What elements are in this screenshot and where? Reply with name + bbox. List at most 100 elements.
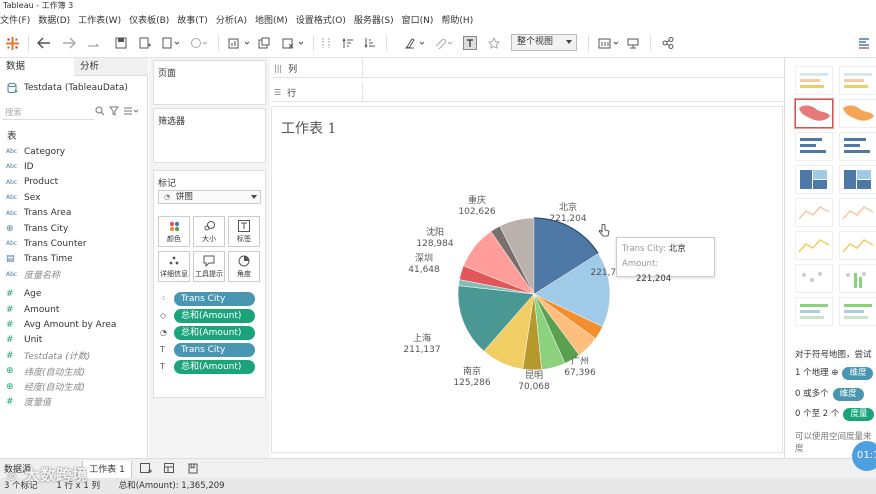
show-me-req-1: 1 个地理 ⊕ 维度 <box>795 366 874 380</box>
mark-pill[interactable]: 总和(Amount) <box>174 308 255 323</box>
show-me-chart-thumbnail[interactable] <box>839 132 876 161</box>
menu-item[interactable]: 帮助(H) <box>441 13 473 26</box>
measure-field[interactable]: # Testdata (计数) <box>6 348 90 363</box>
clear-sheet-icon[interactable] <box>280 34 306 52</box>
size-button[interactable]: 大小 <box>193 216 225 247</box>
dimension-field[interactable]: Abc Product <box>6 175 58 190</box>
dimension-field[interactable]: ▤ Trans Time <box>6 252 73 267</box>
view-canvas[interactable]: 工作表 1 北京 221,204 221,748 广州 67,396 昆明 70,068 南京… <box>271 106 783 453</box>
dimension-field[interactable]: Abc Trans Counter <box>6 236 87 251</box>
share-icon[interactable] <box>660 34 676 52</box>
replay-icon[interactable] <box>84 34 104 52</box>
filters-shelf[interactable]: 筛选器 <box>153 108 266 163</box>
show-me-chart-thumbnail[interactable] <box>839 297 876 326</box>
show-labels-icon[interactable] <box>461 34 479 52</box>
sort-descending-icon[interactable] <box>362 34 378 52</box>
show-me-chart-thumbnail[interactable] <box>795 297 833 326</box>
menu-item[interactable]: 设置格式(O) <box>296 13 346 26</box>
show-me-chart-thumbnail[interactable] <box>795 66 833 95</box>
menu-item[interactable]: 仪表板(B) <box>129 13 169 26</box>
datasource-item[interactable]: Testdata (TableauData) <box>6 82 128 94</box>
show-me-chart-thumbnail[interactable] <box>839 165 876 194</box>
tableau-logo-icon[interactable] <box>4 34 20 52</box>
swap-icon[interactable] <box>318 34 334 52</box>
measure-field[interactable]: # 度量值 <box>6 394 51 409</box>
mark-pill[interactable]: Trans City <box>174 291 255 306</box>
menu-item[interactable]: 故事(T) <box>177 13 208 26</box>
measure-field[interactable]: # Unit <box>6 333 42 348</box>
measure-field[interactable]: ⊕ 纬度(自动生成) <box>6 364 85 379</box>
label-button[interactable]: 标签 <box>228 216 260 247</box>
field-search-input[interactable]: 搜索 <box>2 106 94 120</box>
sheet-tab-active[interactable]: 工作表 1 <box>82 461 132 479</box>
menu-item[interactable]: 服务器(S) <box>354 13 394 26</box>
menu-item[interactable]: 地图(M) <box>255 13 288 26</box>
tab-analytics[interactable]: 分析 <box>74 58 148 76</box>
measure-field[interactable]: # Avg Amount by Area <box>6 317 116 332</box>
show-me-chart-thumbnail[interactable] <box>795 264 833 293</box>
show-me-chart-thumbnail[interactable] <box>839 99 876 128</box>
filter-icon[interactable] <box>109 106 119 116</box>
save-icon[interactable] <box>113 34 129 52</box>
new-dashboard-tab-icon[interactable] <box>164 463 176 477</box>
measure-field[interactable]: ⊕ 经度(自动生成) <box>6 379 85 394</box>
pause-updates-icon[interactable] <box>160 34 182 52</box>
mark-pill[interactable]: 总和(Amount) <box>174 359 255 374</box>
menu-item[interactable]: 文件(F) <box>0 13 30 26</box>
redo-icon[interactable] <box>60 34 78 52</box>
show-me-chart-thumbnail[interactable] <box>795 231 833 260</box>
new-datasource-icon[interactable] <box>137 34 153 52</box>
dimension-field[interactable]: Abc 度量名称 <box>6 267 60 282</box>
view-options-icon[interactable] <box>123 106 139 116</box>
tab-data[interactable]: 数据 <box>0 58 74 76</box>
duplicate-icon[interactable] <box>256 34 272 52</box>
new-worksheet-icon[interactable] <box>226 34 252 52</box>
undo-icon[interactable] <box>35 34 53 52</box>
show-me-chart-thumbnail[interactable] <box>839 198 876 227</box>
show-me-icon[interactable] <box>856 34 872 52</box>
show-cards-icon[interactable] <box>596 34 622 52</box>
pie-label-value: 70,068 <box>518 382 550 392</box>
detail-button[interactable]: 详细信息 <box>158 251 190 282</box>
group-icon[interactable] <box>431 34 455 52</box>
color-button[interactable]: 颜色 <box>158 216 190 247</box>
presentation-mode-icon[interactable] <box>625 34 641 52</box>
show-me-chart-thumbnail[interactable] <box>795 165 833 194</box>
menu-item[interactable]: 工作表(W) <box>78 13 121 26</box>
menu-item[interactable]: 数据(D) <box>38 13 70 26</box>
mark-pill[interactable]: Trans City <box>174 342 255 357</box>
new-story-tab-icon[interactable] <box>188 463 200 477</box>
menu-item[interactable]: 窗口(N) <box>402 13 434 26</box>
data-pane: 数据 分析 Testdata (TableauData) 搜索 表 Abc Cat… <box>0 58 148 458</box>
datasource-icon <box>7 82 18 94</box>
mark-pill[interactable]: 总和(Amount) <box>174 325 255 340</box>
mark-type-select[interactable]: ◔ 饼图 <box>158 190 261 204</box>
refresh-icon[interactable] <box>188 34 210 52</box>
fix-axes-icon[interactable] <box>486 34 502 52</box>
columns-shelf[interactable]: ||| 列 <box>271 58 783 78</box>
sort-ascending-icon[interactable] <box>340 34 356 52</box>
angle-button[interactable]: 角度 <box>228 251 260 282</box>
highlight-icon[interactable] <box>402 34 428 52</box>
show-me-chart-thumbnail[interactable] <box>795 132 833 161</box>
pie-label-name: 上海 <box>412 334 431 344</box>
measure-field[interactable]: # Age <box>6 287 41 302</box>
show-me-chart-thumbnail[interactable] <box>795 99 833 128</box>
dimension-field[interactable]: Abc Category <box>6 144 65 159</box>
dimension-field[interactable]: ⊕ Trans City <box>6 221 68 236</box>
rows-shelf[interactable]: ☰ 行 <box>271 82 783 102</box>
search-icon[interactable] <box>95 106 105 116</box>
menu-item[interactable]: 分析(A) <box>216 13 247 26</box>
show-me-chart-thumbnail[interactable] <box>795 198 833 227</box>
dimension-field[interactable]: Abc Trans Area <box>6 206 71 221</box>
show-me-chart-thumbnail[interactable] <box>839 66 876 95</box>
pages-shelf[interactable]: 页面 <box>153 60 266 105</box>
show-me-chart-thumbnail[interactable] <box>839 231 876 260</box>
dimension-field[interactable]: Abc ID <box>6 159 34 174</box>
measure-field[interactable]: # Amount <box>6 302 59 317</box>
view-mode-select[interactable]: 整个视图 <box>511 34 577 51</box>
show-me-chart-thumbnail[interactable] <box>839 264 876 293</box>
new-worksheet-tab-icon[interactable] <box>140 463 152 477</box>
dimension-field[interactable]: Abc Sex <box>6 190 40 205</box>
tooltip-button[interactable]: 工具提示 <box>193 251 225 282</box>
